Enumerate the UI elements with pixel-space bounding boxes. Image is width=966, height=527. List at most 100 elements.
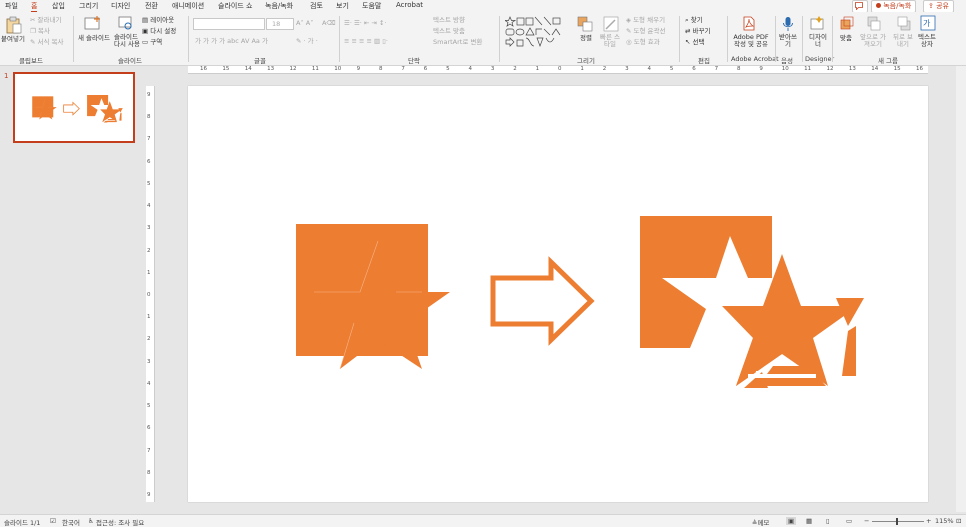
shapes-gallery-icon[interactable] [505, 16, 569, 52]
font-name-input[interactable] [193, 18, 265, 30]
font-color-button[interactable]: ✎ · 가 · [296, 37, 318, 45]
vertical-ruler[interactable]: 9 8 7 6 5 4 3 2 1 0 1 2 3 4 5 6 7 8 9 [146, 86, 155, 502]
layout-button[interactable]: ▤ 레이아웃 [142, 16, 174, 24]
tab-file[interactable]: 파일 [5, 1, 18, 11]
font-style-buttons[interactable]: 가 가 가 가 abc AV Aa 가 [195, 37, 268, 45]
cut-button[interactable]: ✂ 잘라내기 [30, 16, 61, 24]
normal-view-button[interactable]: ▣ [786, 517, 797, 525]
zoom-level[interactable]: 115% [935, 517, 954, 525]
new-slide-button[interactable]: 새 슬라이드 [78, 34, 110, 42]
separator [679, 16, 680, 62]
zoom-slider[interactable] [872, 518, 924, 525]
ruler-tick-label: 1 [147, 269, 151, 276]
bullets-buttons[interactable]: ☰· ☰· ⇤ ⇥ ↕· [344, 19, 386, 27]
zoom-slider-thumb[interactable] [896, 518, 898, 525]
select-button[interactable]: ↖ 선택 [685, 38, 704, 46]
ruler-tick-label: 9 [147, 92, 151, 98]
ruler-tick-label: 8 [737, 66, 741, 72]
fit-to-window-icon[interactable]: ⊡ [956, 517, 961, 525]
grow-font-button[interactable]: A˄ A˅ [296, 19, 313, 27]
horizontal-ruler[interactable]: 16 15 14 13 12 11 10 9 8 7 6 5 4 3 2 1 0 1 2 3 4 5 6 7 8 9 10 11 12 1… [188, 66, 928, 74]
ruler-tick-label: 7 [147, 447, 151, 454]
replace-icon: ⇄ [685, 27, 693, 35]
tab-acrobat[interactable]: Acrobat [396, 1, 423, 9]
ruler-tick-label: 5 [147, 180, 151, 187]
ruler-tick-label: 11 [804, 66, 812, 72]
font-size-value: 18 [272, 20, 281, 28]
shape-outline-button[interactable]: ✎ 도형 윤곽선 [626, 27, 665, 35]
send-backward-button[interactable]: 뒤로 보내기 [892, 34, 914, 48]
cursor-icon: ↖ [685, 38, 693, 46]
tab-slideshow[interactable]: 슬라이드 쇼 [218, 1, 252, 11]
new-slide-icon [84, 16, 100, 30]
reading-view-icon: ▯ [826, 517, 830, 525]
tab-draw[interactable]: 그리기 [79, 1, 98, 11]
paste-button[interactable]: 붙여넣기 [1, 35, 25, 43]
slide-thumbnail[interactable] [13, 72, 135, 143]
microphone-icon [783, 17, 793, 31]
spell-check-icon[interactable]: ☑ [50, 517, 56, 525]
ruler-tick-label: 2 [147, 336, 151, 343]
tab-help[interactable]: 도움말 [362, 1, 381, 11]
smartart-button[interactable]: SmartArt로 변환 [433, 38, 482, 46]
tab-review[interactable]: 검토 [310, 1, 323, 11]
record-label: 녹음/녹화 [883, 2, 912, 10]
separator [775, 16, 776, 62]
text-direction-button[interactable]: 텍스트 방향 [433, 16, 465, 24]
shape-fill-button[interactable]: ◈ 도형 채우기 [626, 16, 665, 24]
tab-animations[interactable]: 애니메이션 [172, 1, 204, 11]
quick-styles-button[interactable]: 빠른 스타일 [599, 34, 621, 48]
vertical-scrollbar[interactable] [956, 66, 966, 512]
ruler-tick-label: 7 [147, 136, 151, 143]
create-pdf-button[interactable]: Adobe PDF 작성 및 공유 [731, 34, 771, 48]
slide-sorter-button[interactable]: ▦ [806, 517, 812, 525]
zoom-out-button[interactable]: − [864, 517, 869, 525]
slide-canvas[interactable] [188, 86, 928, 502]
zoom-in-button[interactable]: + [926, 517, 931, 525]
reset-button[interactable]: ▣ 다시 설정 [142, 27, 176, 35]
ruler-tick-label: 8 [147, 114, 151, 121]
reading-view-button[interactable]: ▯ [826, 517, 830, 525]
replace-button[interactable]: ⇄ 바꾸기 [685, 27, 710, 35]
paragraph-group-label: 단락 [408, 57, 420, 65]
cut-label: 잘라내기 [37, 16, 62, 24]
tab-view[interactable]: 보기 [336, 1, 349, 11]
ruler-tick-label: 6 [147, 158, 151, 165]
slideshow-button[interactable]: ▭ [846, 517, 852, 525]
ruler-tick-label: 3 [625, 66, 629, 72]
comment-icon [855, 2, 863, 10]
format-painter-button[interactable]: ✎ 서식 복사 [30, 38, 64, 46]
arrange-button[interactable]: 정렬 [580, 34, 592, 42]
select-label: 선택 [692, 38, 705, 46]
tab-transitions[interactable]: 전환 [145, 1, 158, 11]
drawing-group-label: 그리기 [577, 57, 595, 65]
ruler-tick-label: 14 [244, 66, 252, 72]
align-text-button[interactable]: 텍스트 맞춤 [433, 27, 465, 35]
font-size-input[interactable]: 18 [266, 18, 294, 30]
svg-text:가: 가 [923, 19, 931, 28]
tab-insert[interactable]: 삽입 [52, 1, 65, 11]
clear-format-button[interactable]: A⌫ [322, 19, 336, 27]
ruler-tick-label: 16 [200, 66, 207, 72]
ruler-tick-label: 8 [147, 469, 151, 476]
copy-button[interactable]: ❐ 복사 [30, 27, 50, 35]
dictate-button[interactable]: 받아쓰기 [778, 34, 798, 48]
fit-button[interactable]: 맞춤 [840, 34, 852, 42]
separator [73, 16, 74, 62]
ruler-tick-label: 4 [147, 380, 151, 387]
designer-button[interactable]: 디자이너 [809, 34, 827, 48]
bring-forward-button[interactable]: 앞으로 가져오기 [859, 34, 887, 48]
text-box-button[interactable]: 텍스트 상자 [916, 34, 938, 48]
copy-label: 복사 [37, 27, 50, 35]
shape-effects-button[interactable]: ◎ 도형 효과 [626, 38, 660, 46]
align-buttons[interactable]: ≡ ≡ ≡ ≡ ▥ ▯· [344, 37, 388, 45]
slide-sorter-icon: ▦ [806, 517, 813, 525]
tab-record[interactable]: 녹음/녹화 [265, 1, 293, 11]
reuse-slides-button[interactable]: 슬라이드 다시 사용 [114, 34, 142, 48]
find-button[interactable]: ⌕ 찾기 [685, 16, 703, 24]
section-button[interactable]: ▭ 구역 [142, 38, 162, 46]
shape-effects-label: 도형 효과 [633, 38, 660, 46]
arrange-icon [577, 16, 593, 32]
tab-design[interactable]: 디자인 [111, 1, 130, 11]
normal-view-icon: ▣ [788, 517, 795, 525]
